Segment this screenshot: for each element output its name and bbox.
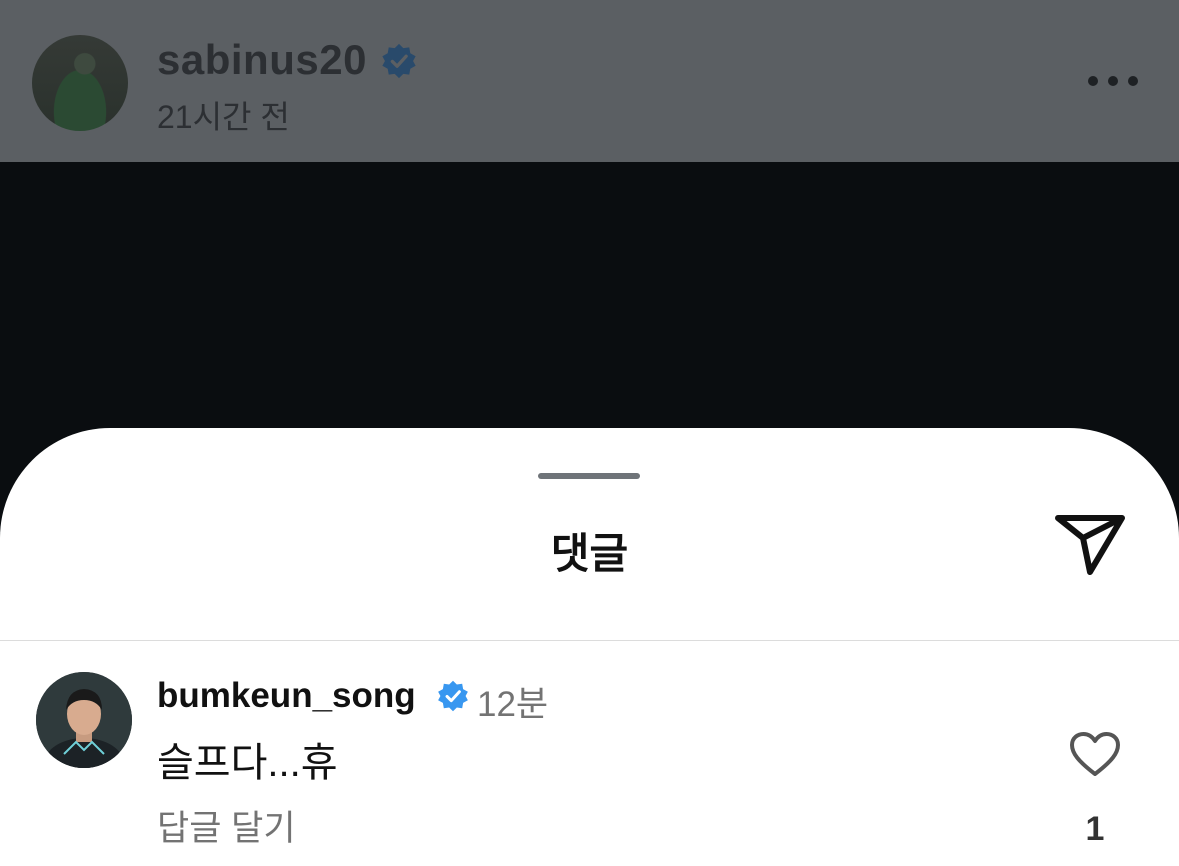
comment-text: 슬프다...휴	[157, 741, 338, 785]
avatar-image	[36, 672, 132, 768]
post-author-username[interactable]: sabinus20	[157, 36, 367, 84]
more-horizontal-icon	[1088, 76, 1098, 86]
sheet-drag-handle[interactable]	[538, 473, 640, 479]
more-horizontal-icon	[1128, 76, 1138, 86]
comment-timestamp: 12분	[477, 685, 549, 724]
comment-author-avatar[interactable]	[36, 672, 132, 768]
verified-badge-icon	[382, 43, 416, 79]
comment-author-username[interactable]: bumkeun_song	[157, 676, 416, 716]
post-author-avatar[interactable]	[32, 35, 128, 131]
verified-badge-icon	[438, 680, 468, 712]
post-media	[0, 162, 1179, 432]
more-horizontal-icon	[1108, 76, 1118, 86]
heart-outline-icon[interactable]	[1068, 730, 1122, 778]
post-header: sabinus20 21시간 전	[0, 0, 1179, 162]
sheet-title: 댓글	[550, 530, 629, 577]
reply-button[interactable]: 답글 달기	[157, 800, 296, 851]
sheet-divider	[0, 640, 1179, 641]
more-options-button[interactable]	[1086, 70, 1140, 92]
send-icon[interactable]	[1052, 512, 1128, 578]
post-timestamp: 21시간 전	[157, 99, 290, 135]
comments-sheet: 댓글 bumkeun_song 12분 슬프다...휴 답글 달기 1	[0, 428, 1179, 866]
like-count: 1	[1085, 810, 1105, 848]
